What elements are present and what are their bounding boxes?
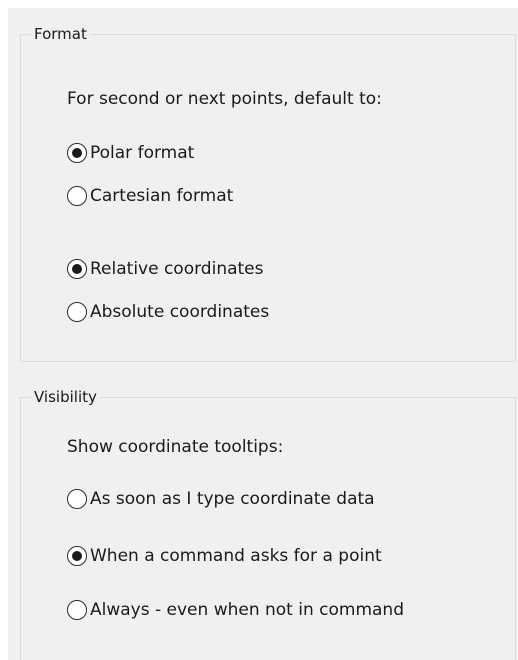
radio-label: Absolute coordinates bbox=[90, 302, 270, 322]
visibility-prompt: Show coordinate tooltips: bbox=[67, 437, 284, 457]
format-group-legend: Format bbox=[34, 25, 87, 43]
radio-when-command-asks[interactable]: When a command asks for a point bbox=[67, 544, 382, 568]
format-prompt: For second or next points, default to: bbox=[67, 89, 382, 109]
radio-label: Polar format bbox=[90, 143, 195, 163]
radio-label: As soon as I type coordinate data bbox=[90, 489, 375, 509]
radio-relative-coordinates[interactable]: Relative coordinates bbox=[67, 257, 264, 281]
radio-button-icon bbox=[67, 546, 87, 566]
radio-button-icon bbox=[67, 600, 87, 620]
radio-label: Always - even when not in command bbox=[90, 600, 405, 620]
radio-absolute-coordinates[interactable]: Absolute coordinates bbox=[67, 300, 269, 324]
radio-as-soon-as-type[interactable]: As soon as I type coordinate data bbox=[67, 487, 375, 511]
radio-button-icon bbox=[67, 302, 87, 322]
radio-button-icon bbox=[67, 143, 87, 163]
radio-label: Cartesian format bbox=[90, 186, 234, 206]
radio-polar-format[interactable]: Polar format bbox=[67, 141, 194, 165]
radio-cartesian-format[interactable]: Cartesian format bbox=[67, 184, 233, 208]
visibility-group-legend: Visibility bbox=[34, 388, 97, 406]
radio-button-icon bbox=[67, 186, 87, 206]
radio-label: When a command asks for a point bbox=[90, 546, 382, 566]
radio-label: Relative coordinates bbox=[90, 259, 264, 279]
radio-button-icon bbox=[67, 489, 87, 509]
radio-button-icon bbox=[67, 259, 87, 279]
radio-always[interactable]: Always - even when not in command bbox=[67, 598, 404, 622]
